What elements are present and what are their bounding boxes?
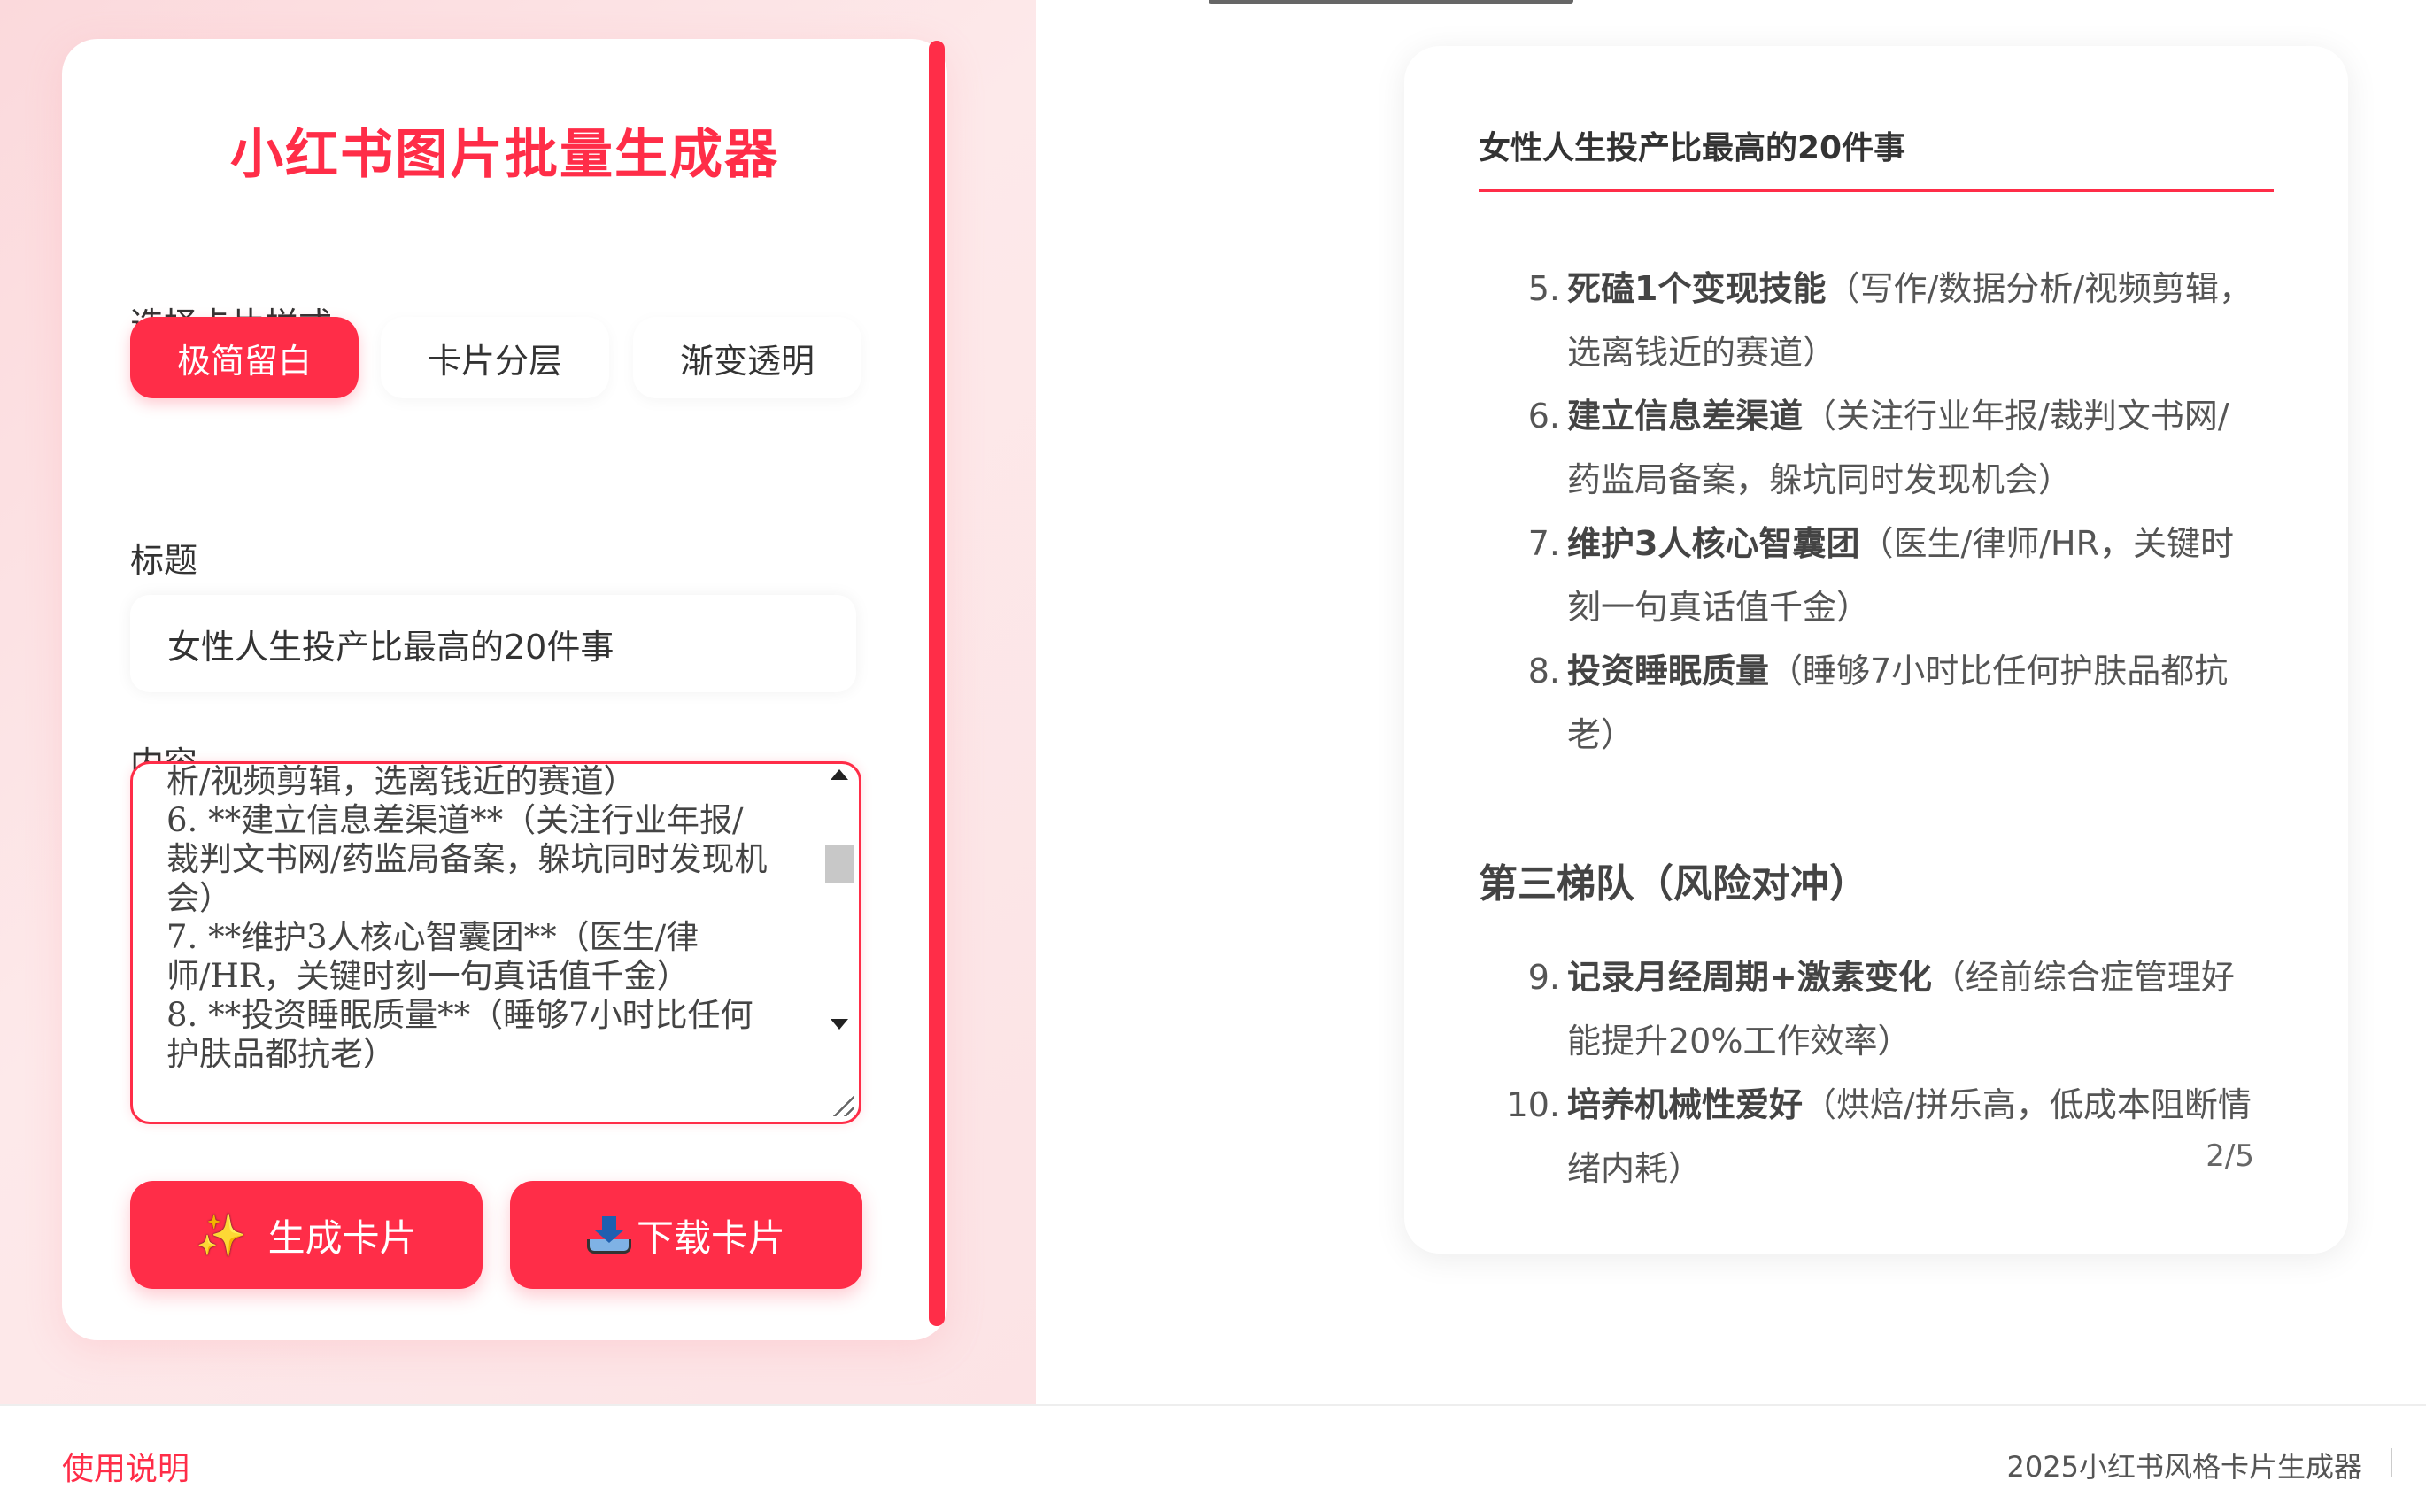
card-list-tier3: 9. 记录月经周期+激素变化（经前综合症管理好能提升20%工作效率） 10. 培养机… xyxy=(1479,945,2258,1200)
app-title: 小红书图片批量生成器 xyxy=(230,124,779,186)
content-textarea-text[interactable]: 析/视频剪辑，选离钱近的赛道） 6. **建立信息差渠道**（关注行业年报/ 裁… xyxy=(166,764,786,1074)
download-button[interactable]: 下载卡片 xyxy=(510,1181,862,1289)
footer-divider xyxy=(2391,1448,2392,1477)
content-textarea[interactable]: 析/视频剪辑，选离钱近的赛道） 6. **建立信息差渠道**（关注行业年报/ 裁… xyxy=(130,761,861,1124)
style-option-minimal[interactable]: 极简留白 xyxy=(130,317,359,398)
title-label: 标题 xyxy=(130,541,198,580)
style-option-layered[interactable]: 卡片分层 xyxy=(381,317,609,398)
list-item: 6. 建立信息差渠道（关注行业年报/裁判文书网/药监局备案，躲坑同时发现机会） xyxy=(1527,397,2229,499)
list-item: 5. 死磕1个变现技能（写作/数据分析/视频剪辑，选离钱近的赛道） xyxy=(1527,269,2253,372)
scroll-up-arrow-icon[interactable] xyxy=(831,769,848,780)
card-title: 女性人生投产比最高的20件事 xyxy=(1479,130,1906,166)
download-button-label: 下载卡片 xyxy=(636,1215,785,1260)
editor-panel: 小红书图片批量生成器 选择卡片样式 极简留白 卡片分层 渐变透明 标题 内容 析… xyxy=(62,39,947,1340)
style-option-gradient[interactable]: 渐变透明 xyxy=(633,317,861,398)
copyright-text: 2025小红书风格卡片生成器 xyxy=(2006,1450,2362,1484)
list-item: 10. 培养机械性爱好（烘焙/拼乐高，低成本阻断情绪内耗） xyxy=(1506,1085,2252,1188)
preview-card: 女性人生投产比最高的20件事 5. 死磕1个变现技能（写作/数据分析/视频剪辑，选… xyxy=(1404,46,2348,1254)
title-input[interactable] xyxy=(130,595,856,692)
resize-handle-icon[interactable] xyxy=(831,1093,854,1116)
help-link[interactable]: 使用说明 xyxy=(62,1443,189,1489)
scroll-thumb[interactable] xyxy=(825,845,854,883)
list-item: 8. 投资睡眠质量（睡够7小时比任何护肤品都抗老） xyxy=(1527,652,2229,754)
card-title-divider xyxy=(1479,189,2274,192)
section-heading: 第三梯队（风险对冲） xyxy=(1479,861,1868,906)
page-indicator: 2/5 xyxy=(2206,1138,2254,1174)
textarea-scrollbar[interactable] xyxy=(823,769,855,1106)
generate-button[interactable]: ✨ 生成卡片 xyxy=(130,1181,483,1289)
generate-button-label: 生成卡片 xyxy=(267,1215,417,1260)
list-item: 9. 记录月经周期+激素变化（经前综合症管理好能提升20%工作效率） xyxy=(1527,958,2235,1061)
list-item: 7. 维护3人核心智囊团（医生/律师/HR，关键时刻一句真话值千金） xyxy=(1527,524,2235,627)
sparkles-icon: ✨ xyxy=(196,1210,247,1259)
footer: 使用说明 2025小红书风格卡片生成器 xyxy=(0,1404,2426,1512)
card-list-tier2: 5. 死磕1个变现技能（写作/数据分析/视频剪辑，选离钱近的赛道） 6. 建立信息差… xyxy=(1479,257,2258,767)
panel-scrollbar[interactable] xyxy=(929,41,945,1326)
top-scroll-indicator xyxy=(1209,0,1573,4)
inbox-tray-icon xyxy=(586,1216,631,1254)
scroll-down-arrow-icon[interactable] xyxy=(831,1019,848,1030)
